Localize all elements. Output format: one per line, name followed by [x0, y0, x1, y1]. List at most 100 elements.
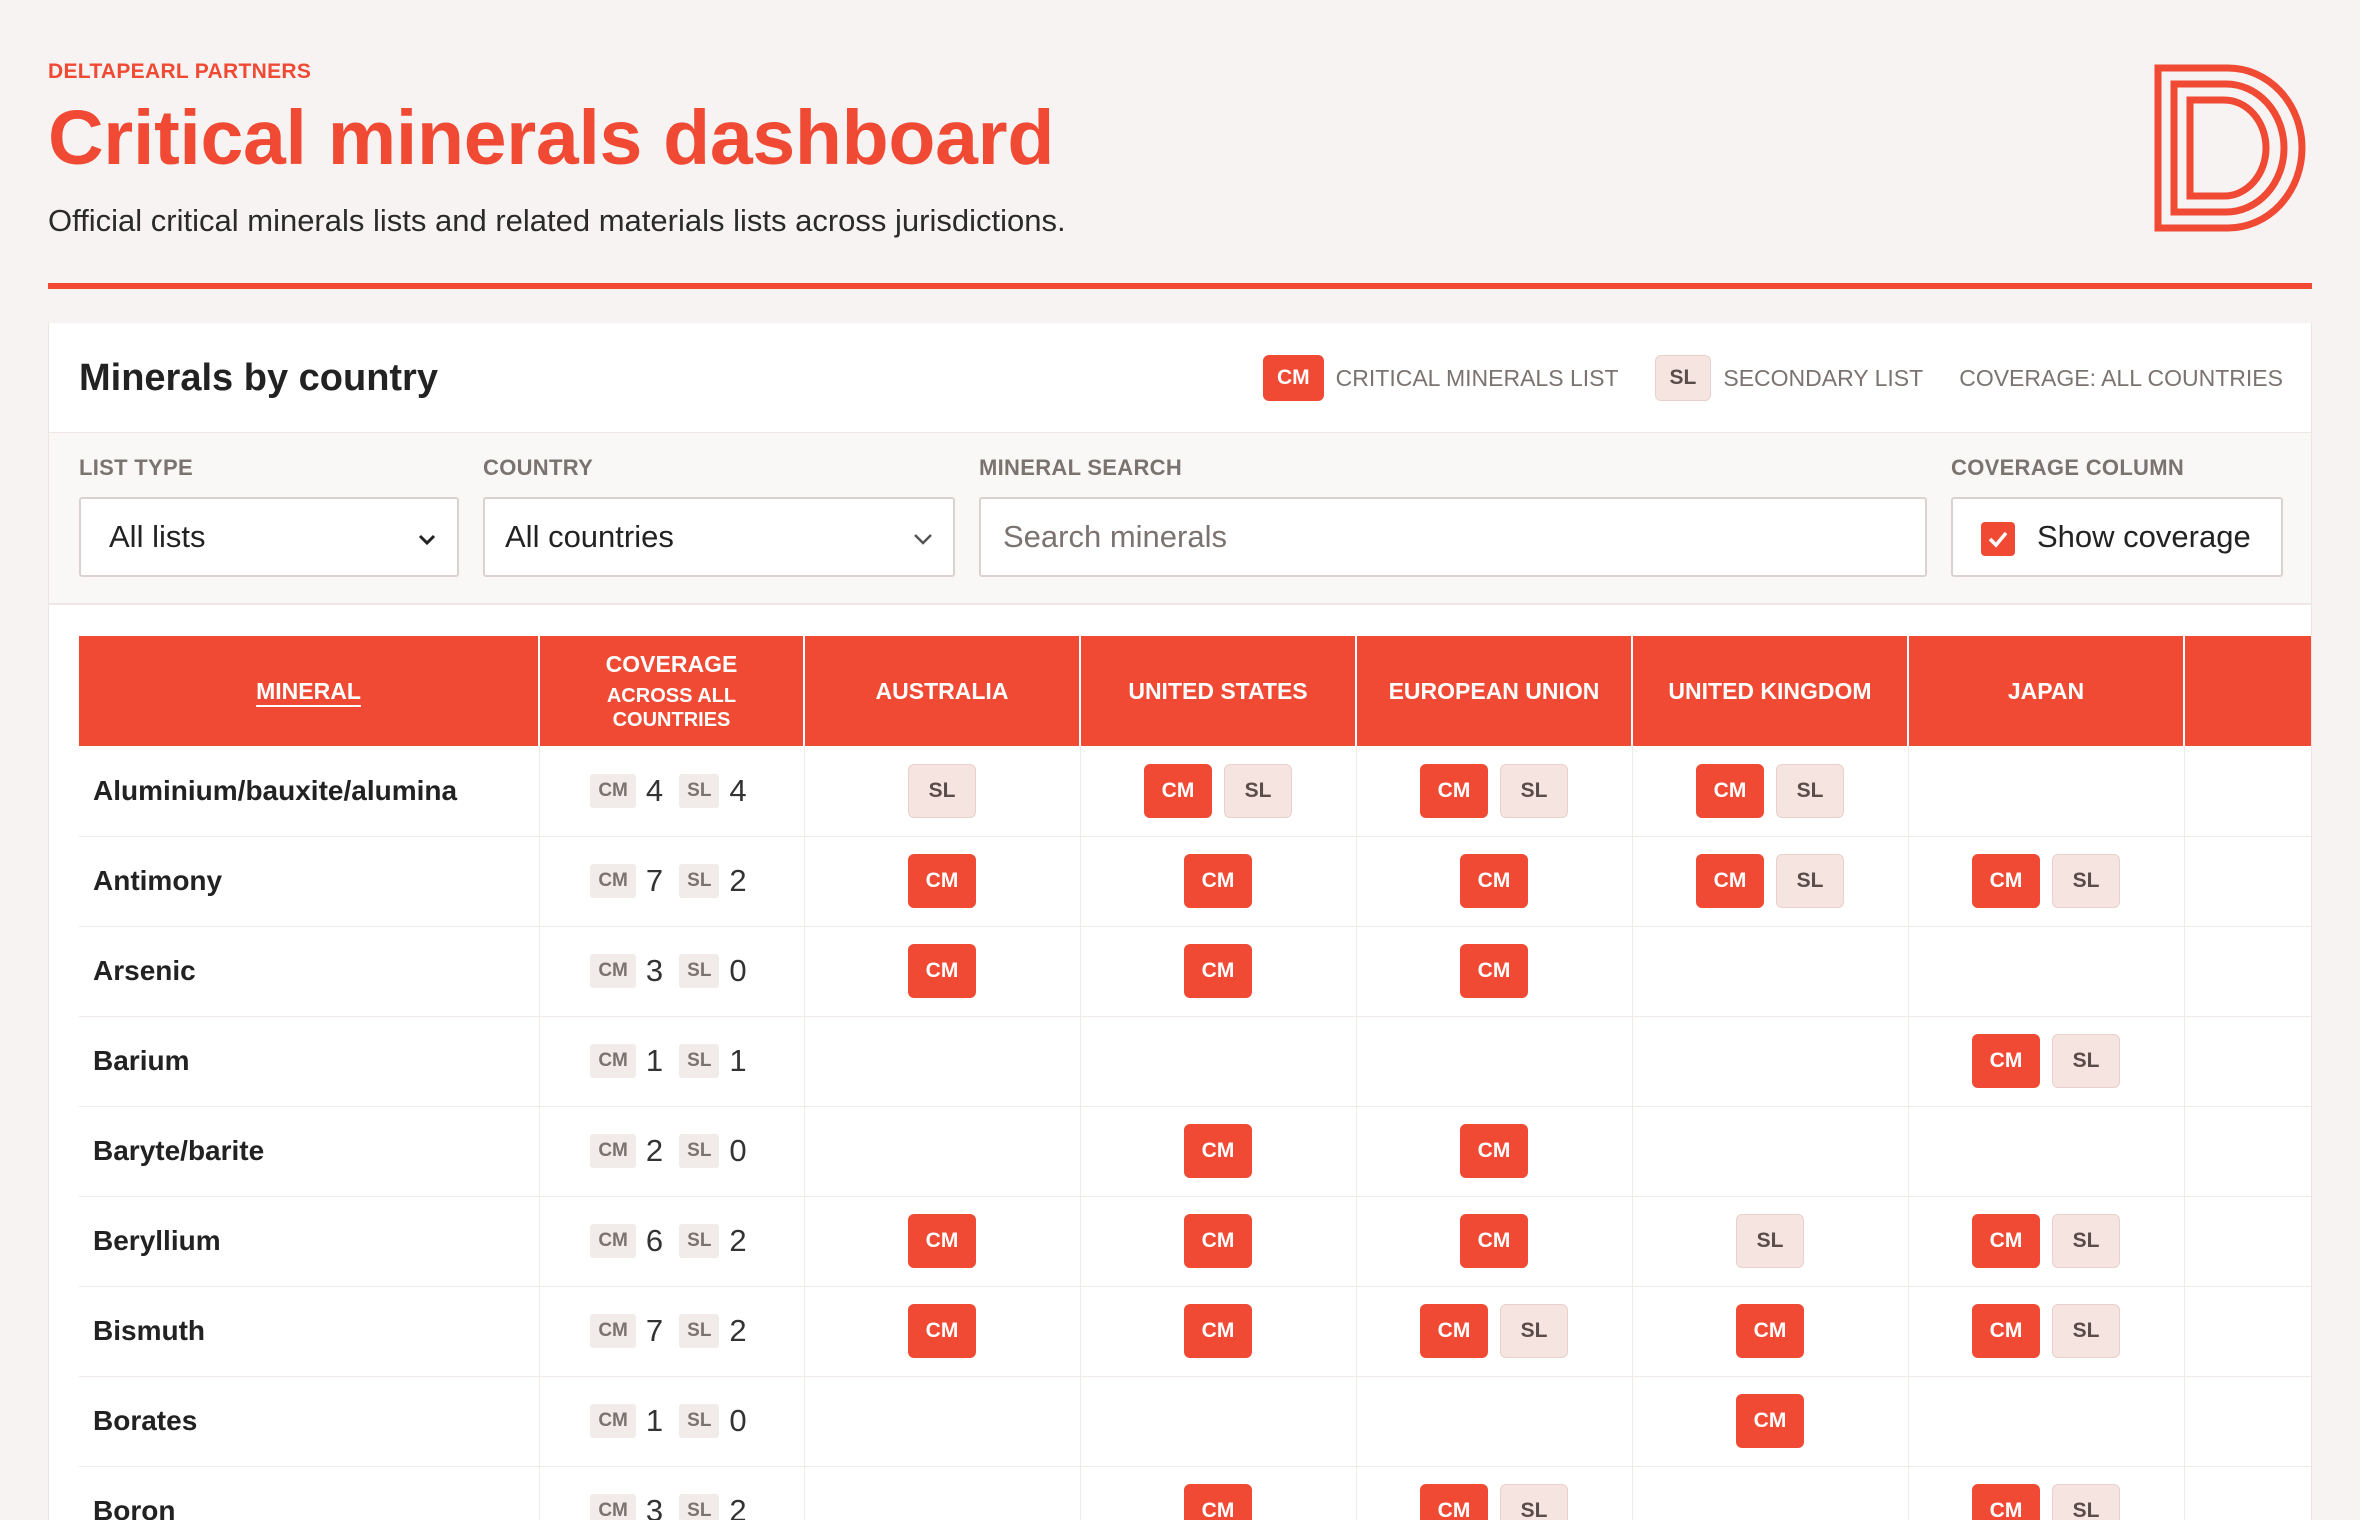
checkbox-checked-icon[interactable] — [1981, 522, 2015, 556]
mineral-name: Bismuth — [79, 1286, 540, 1377]
sl-badge[interactable]: SL — [1224, 763, 1292, 818]
country-value: All countries — [505, 519, 674, 554]
sl-badge[interactable]: SL — [1500, 1304, 1568, 1358]
mineral-name: Baryte/barite — [79, 1106, 540, 1197]
cm-badge[interactable]: CM — [1184, 854, 1252, 908]
sl-badge[interactable]: SL — [2052, 1034, 2120, 1088]
cm-badge[interactable]: CM — [908, 1304, 976, 1358]
table-header-row: MINERAL COVERAGE ACROSS ALL COUNTRIES AU… — [79, 636, 2311, 746]
cm-badge[interactable]: CM — [1144, 763, 1212, 818]
cm-badge[interactable]: CM — [1460, 1124, 1528, 1178]
cm-count-tag: CM — [590, 773, 636, 808]
cm-count-tag: CM — [590, 954, 636, 988]
sl-count-tag: SL — [679, 1314, 720, 1348]
cm-badge[interactable]: CM — [1972, 1304, 2040, 1358]
cm-badge[interactable]: CM — [1184, 1484, 1252, 1520]
cm-badge[interactable]: CM — [1420, 1484, 1488, 1520]
list-type-select[interactable]: All lists — [79, 497, 459, 577]
sl-count-tag: SL — [679, 1044, 720, 1078]
sl-count: 2 — [729, 863, 747, 898]
list-type-value: All lists — [109, 519, 206, 554]
cm-count: 7 — [645, 863, 664, 898]
table-row: BismuthCM7SL2CMCMCMSLCMCMSLCM — [79, 1286, 2311, 1377]
chevron-down-icon — [418, 534, 436, 546]
coverage-cell: CM 3 SL 0 — [539, 926, 805, 1017]
coverage-cell: CM 2 SL 0 — [539, 1106, 805, 1197]
show-coverage-toggle[interactable]: Show coverage — [1951, 497, 2283, 577]
sl-count: 4 — [729, 772, 747, 808]
legend-cm-label: CRITICAL MINERALS LIST — [1335, 364, 1619, 391]
country-cell — [1908, 1106, 2185, 1197]
sl-badge[interactable]: SL — [1736, 1214, 1804, 1268]
mineral-search-input[interactable]: Search minerals — [979, 497, 1927, 577]
sl-badge[interactable]: SL — [1500, 1484, 1568, 1520]
cm-badge[interactable]: CM — [1736, 1304, 1804, 1358]
country-cell: CM — [804, 1286, 1081, 1377]
cm-badge[interactable]: CM — [1460, 944, 1528, 998]
minerals-table-container[interactable]: MINERAL COVERAGE ACROSS ALL COUNTRIES AU… — [79, 636, 2311, 1520]
page-title: Critical minerals dashboard — [48, 95, 1055, 181]
cm-badge[interactable]: CM — [1972, 1214, 2040, 1268]
country-cell — [2184, 1016, 2311, 1107]
cm-badge[interactable]: CM — [1972, 854, 2040, 908]
country-cell — [1356, 1376, 1633, 1467]
table-body: Aluminium/bauxite/alumina CM 4 SL 4 SL CM SL CM S… — [79, 746, 2311, 1520]
country-cell — [2184, 1106, 2311, 1197]
cm-badge[interactable]: CM — [908, 944, 976, 998]
cm-badge[interactable]: CM — [1696, 854, 1764, 908]
country-cell: SL — [804, 746, 1081, 837]
cm-badge[interactable]: CM — [908, 1214, 976, 1268]
cm-count-tag: CM — [590, 1134, 636, 1168]
table-row: Boron CM 3 SL 2 CM CM SL CM SL — [79, 1466, 2311, 1520]
sl-badge[interactable]: SL — [2052, 854, 2120, 908]
country-select[interactable]: All countries — [483, 497, 955, 577]
coverage-column-label: COVERAGE COLUMN — [1951, 455, 2185, 480]
sl-count: 2 — [729, 1313, 747, 1348]
cm-count: 4 — [645, 772, 664, 808]
country-cell: CM SL — [1908, 1286, 2185, 1377]
coverage-cell: CM 1 SL 0 — [539, 1376, 805, 1467]
mineral-column-header[interactable]: MINERAL — [79, 636, 540, 746]
cm-badge[interactable]: CM — [908, 854, 976, 908]
cm-badge[interactable]: CM — [1696, 763, 1764, 818]
sl-badge[interactable]: SL — [1500, 763, 1568, 818]
mineral-sort-link[interactable]: MINERAL — [256, 678, 361, 704]
sl-count-tag: SL — [679, 1134, 720, 1168]
country-cell: CM — [2184, 836, 2311, 927]
mineral-name: Borates — [79, 1376, 540, 1467]
country-cell: CM SL — [1908, 1196, 2185, 1287]
legend-cm-chip: CM — [1262, 355, 1324, 401]
cm-badge[interactable]: CM — [1972, 1034, 2040, 1088]
cm-badge[interactable]: CM — [1184, 1214, 1252, 1268]
sl-badge[interactable]: SL — [1776, 854, 1844, 908]
country-cell — [1632, 1106, 1909, 1197]
country-cell: CM — [1356, 836, 1633, 927]
sl-badge[interactable]: SL — [908, 763, 976, 818]
legend-coverage: COVERAGE: ALL COUNTRIES — [1959, 364, 2283, 391]
coverage-cell: CM 6 SL 2 — [539, 1196, 805, 1287]
sl-badge[interactable]: SL — [2052, 1214, 2120, 1268]
sl-count: 2 — [729, 1223, 747, 1258]
cm-badge[interactable]: CM — [1460, 1214, 1528, 1268]
cm-badge[interactable]: CM — [1184, 1304, 1252, 1358]
cm-count-tag: CM — [590, 1314, 636, 1348]
country-column-header: EUROPEAN UNION — [1356, 636, 1633, 746]
country-column-header: JAPAN — [1908, 636, 2185, 746]
sl-badge[interactable]: SL — [2052, 1484, 2120, 1520]
cm-count: 7 — [645, 1313, 664, 1348]
cm-badge[interactable]: CM — [1736, 1394, 1804, 1448]
cm-badge[interactable]: CM — [1184, 1124, 1252, 1178]
cm-badge[interactable]: CM — [1420, 763, 1488, 818]
sl-badge[interactable]: SL — [1776, 763, 1844, 818]
sl-badge[interactable]: SL — [2052, 1304, 2120, 1358]
coverage-cell: CM 1 SL 1 — [539, 1016, 805, 1107]
cm-count-tag: CM — [590, 864, 636, 898]
cm-badge[interactable]: CM — [1460, 854, 1528, 908]
cm-badge[interactable]: CM — [1420, 1304, 1488, 1358]
country-cell: CM — [1080, 1286, 1357, 1377]
cm-badge[interactable]: CM — [1184, 944, 1252, 998]
chevron-down-icon — [914, 534, 932, 545]
cm-badge[interactable]: CM — [1972, 1484, 2040, 1520]
legend-sl-label: SECONDARY LIST — [1723, 364, 1924, 391]
country-label: COUNTRY — [483, 455, 594, 480]
